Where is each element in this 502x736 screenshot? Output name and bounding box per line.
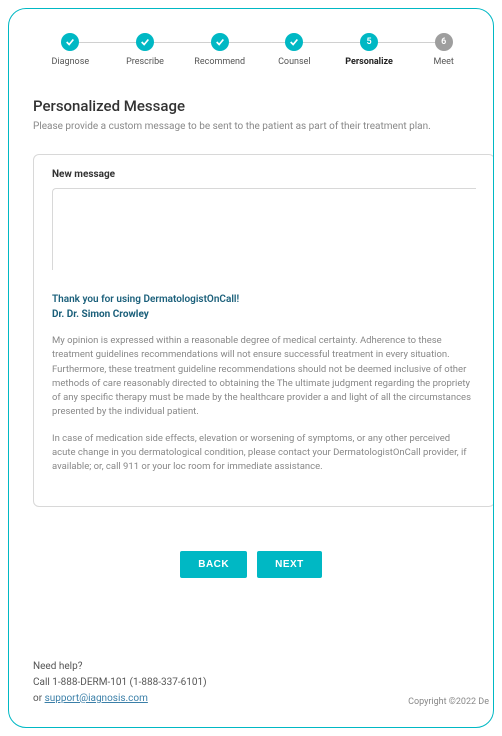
check-icon: [61, 33, 79, 51]
thanks-text: Thank you for using DermatologistOnCall!: [52, 292, 476, 307]
step-personalize[interactable]: 5 Personalize: [332, 33, 407, 67]
step-diagnose[interactable]: Diagnose: [33, 33, 108, 67]
step-label: Personalize: [345, 57, 393, 67]
copyright-text: Copyright ©2022 De: [408, 697, 493, 707]
step-prescribe[interactable]: Prescribe: [108, 33, 183, 67]
help-phone: Call 1-888-DERM-101 (1-888-337-6101): [33, 675, 207, 691]
back-button[interactable]: BACK: [180, 551, 247, 578]
step-label: Recommend: [194, 57, 245, 67]
check-icon: [285, 33, 303, 51]
step-recommend[interactable]: Recommend: [182, 33, 257, 67]
support-email-link[interactable]: support@iagnosis.com: [45, 693, 148, 704]
footer: Need help? Call 1-888-DERM-101 (1-888-33…: [33, 659, 493, 707]
step-meet[interactable]: 6 Meet: [406, 33, 481, 67]
next-button[interactable]: NEXT: [257, 551, 322, 578]
message-panel: New message Thank you for using Dermatol…: [33, 154, 494, 507]
disclaimer-text-1: My opinion is expressed within a reasona…: [52, 334, 476, 420]
button-row: BACK NEXT: [33, 551, 469, 578]
step-label: Meet: [434, 57, 454, 67]
step-label: Counsel: [278, 57, 311, 67]
page-subtitle: Please provide a custom message to be se…: [33, 121, 493, 132]
message-input[interactable]: [52, 188, 476, 270]
disclaimer-text-2: In case of medication side effects, elev…: [52, 432, 476, 475]
step-number-icon: 6: [435, 33, 453, 51]
step-label: Prescribe: [126, 57, 164, 67]
step-number-icon: 5: [360, 33, 378, 51]
help-label: Need help?: [33, 659, 207, 675]
or-text: or: [33, 693, 45, 704]
check-icon: [211, 33, 229, 51]
check-icon: [136, 33, 154, 51]
step-counsel[interactable]: Counsel: [257, 33, 332, 67]
message-label: New message: [52, 169, 476, 180]
stepper: Diagnose Prescribe Recommend Counsel 5: [33, 33, 493, 67]
doctor-name: Dr. Dr. Simon Crowley: [52, 309, 476, 320]
step-label: Diagnose: [52, 57, 90, 67]
page-title: Personalized Message: [33, 97, 493, 115]
